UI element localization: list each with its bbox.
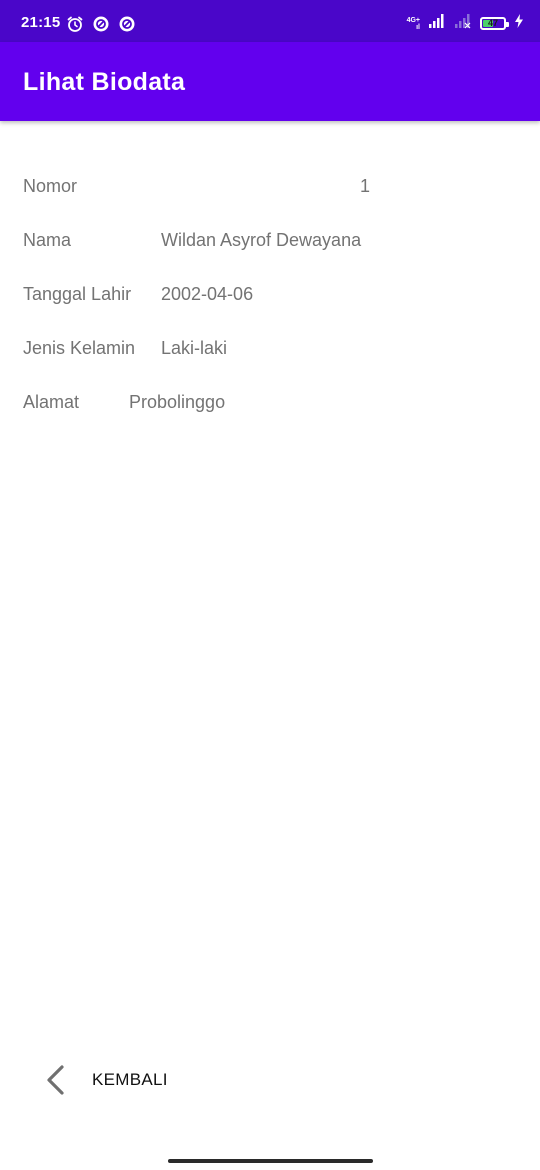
value-nomor: 1 — [360, 176, 371, 196]
value-jenis-kelamin: Laki-laki — [161, 338, 228, 358]
label-alamat: Alamat — [23, 392, 80, 412]
label-tanggal-lahir: Tanggal Lahir — [23, 284, 132, 304]
signal-icon — [454, 13, 472, 34]
network-sub-text: ıl — [416, 23, 420, 31]
network-type-label: 4G+ ıl — [407, 17, 420, 31]
chevron-left-icon — [44, 1064, 66, 1101]
value-tanggal-lahir: 2002-04-06 — [161, 284, 254, 304]
page-title: Lihat Biodata — [23, 68, 186, 96]
back-button-label: KEMBALI — [92, 1070, 168, 1089]
battery-level-text: 47 — [487, 18, 498, 28]
gesture-navigation-bar[interactable] — [168, 1159, 373, 1163]
battery-cap — [506, 22, 509, 27]
status-icons-right: 4G+ ıl 47 — [407, 13, 524, 34]
charging-icon — [514, 14, 524, 33]
network-label-text: 4G+ — [406, 16, 420, 24]
label-nama: Nama — [23, 230, 72, 250]
battery-icon: 47 — [480, 17, 509, 30]
vpn-icon — [92, 15, 110, 38]
vpn-icon — [118, 15, 136, 38]
value-alamat: Probolinggo — [129, 392, 226, 412]
app-bar: Lihat Biodata — [0, 42, 540, 121]
label-nomor: Nomor — [23, 176, 78, 196]
alarm-icon — [66, 15, 84, 38]
status-bar: 21:15 4G+ ıl 47 — [0, 0, 540, 42]
status-time: 21:15 — [21, 14, 61, 31]
back-button[interactable]: KEMBALI — [36, 1056, 196, 1104]
signal-icon — [428, 13, 446, 34]
status-icons-left — [66, 15, 136, 38]
value-nama: Wildan Asyrof Dewayana — [161, 230, 362, 250]
label-jenis-kelamin: Jenis Kelamin — [23, 338, 136, 358]
